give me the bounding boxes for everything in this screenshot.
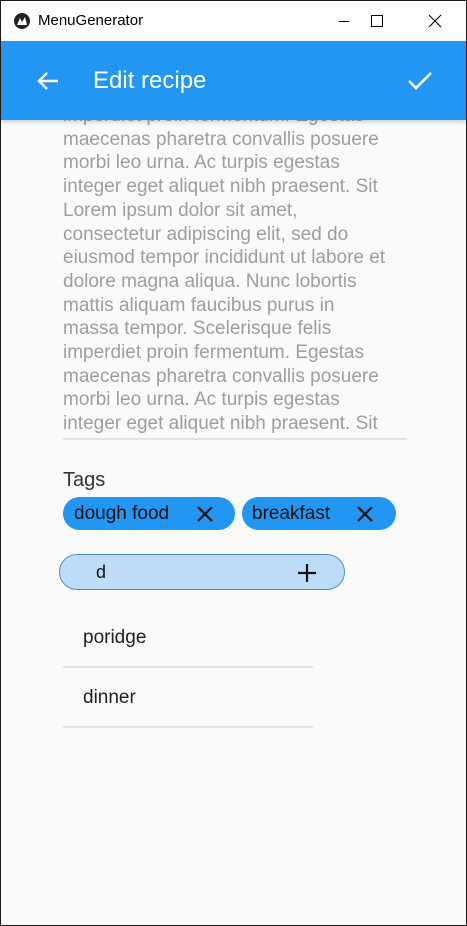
description-text: imperdiet proin fermentum. Egestas maece…	[63, 120, 386, 435]
close-icon	[357, 506, 373, 522]
tag-chip-label: breakfast	[252, 502, 331, 524]
tags-label: Tags	[63, 469, 106, 491]
content-area[interactable]: imperdiet proin fermentum. Egestas maece…	[1, 120, 466, 925]
minimize-icon	[339, 21, 349, 22]
kivy-logo-icon	[14, 13, 30, 29]
app-window: MenuGenerator Edit recipe imperdiet proi…	[0, 0, 467, 926]
tag-input[interactable]: d	[59, 554, 345, 590]
tag-suggestion-label: dinner	[83, 687, 136, 708]
tag-remove-button[interactable]	[354, 503, 376, 525]
plus-icon	[298, 564, 316, 582]
title-bar: MenuGenerator	[1, 1, 466, 41]
tag-suggestion-item[interactable]: dinner	[63, 668, 313, 728]
maximize-button[interactable]	[354, 1, 400, 41]
tag-chip-label: dough food	[74, 502, 170, 524]
window-title: MenuGenerator	[38, 12, 144, 29]
tag-suggestion-label: poridge	[83, 627, 147, 648]
page-title: Edit recipe	[93, 67, 207, 94]
close-icon	[197, 506, 213, 522]
close-button[interactable]	[412, 1, 458, 41]
tag-remove-button[interactable]	[194, 503, 216, 525]
tag-input-value: d	[96, 562, 107, 582]
description-underline	[63, 438, 407, 440]
save-button[interactable]	[398, 59, 442, 103]
arrow-left-icon	[37, 72, 58, 90]
tag-suggestion-item[interactable]: poridge	[63, 608, 313, 668]
tag-chip[interactable]: breakfast	[242, 497, 396, 530]
app-bar: Edit recipe	[1, 41, 466, 120]
close-icon	[428, 14, 442, 28]
add-tag-button[interactable]	[294, 560, 320, 586]
tag-chip[interactable]: dough food	[63, 497, 235, 530]
maximize-icon	[371, 15, 383, 27]
check-icon	[408, 72, 432, 90]
back-button[interactable]	[26, 59, 70, 103]
description-field[interactable]: imperdiet proin fermentum. Egestas maece…	[63, 120, 407, 439]
